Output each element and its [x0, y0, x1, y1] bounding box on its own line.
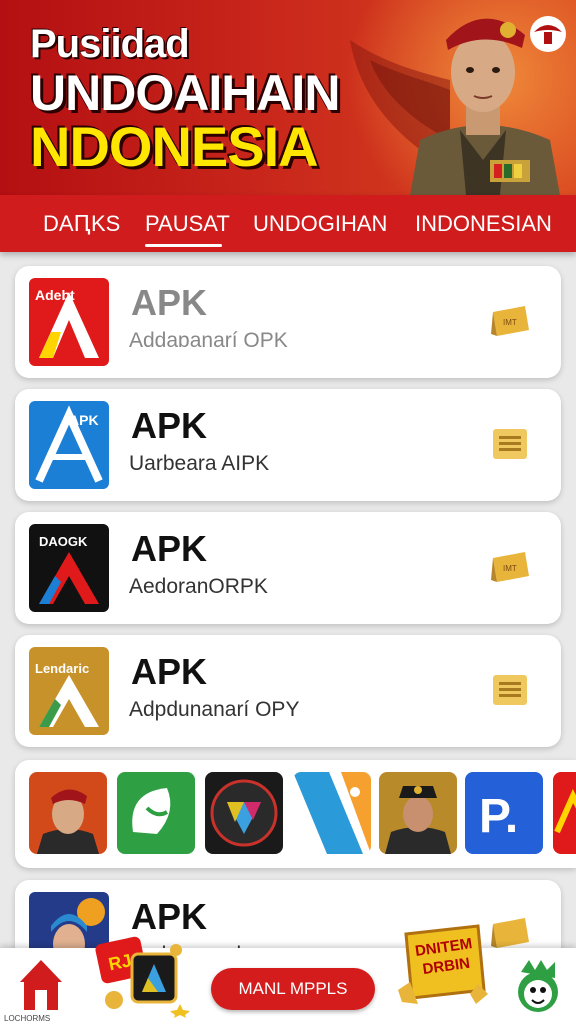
active-tab-indicator — [145, 244, 222, 247]
strip-item-blue-slide[interactable] — [293, 772, 371, 854]
app-icon: DAOGK — [29, 524, 109, 612]
app-icon: Lendaric — [29, 647, 109, 735]
strip-item-officer[interactable] — [379, 772, 457, 854]
app-subtitle: Addaɒanarí OPK — [129, 329, 288, 352]
svg-text:Adebt: Adebt — [35, 287, 75, 303]
tab-pausat[interactable]: PAUSAT — [145, 211, 230, 237]
featured-apps-strip: P. — [15, 760, 576, 868]
menu-icon[interactable] — [489, 427, 531, 461]
hero-banner: Pusiidad UNDOAIHAIN NDONESIA — [0, 0, 576, 195]
ticket-icon[interactable]: IMT — [489, 550, 531, 584]
tab-undogihan[interactable]: UNDOGIHAN — [253, 211, 387, 237]
tab-indonesian[interactable]: INDONESIAN — [415, 211, 552, 237]
app-card[interactable]: DAOGK APK AedoranORPK IMT — [15, 512, 561, 624]
svg-text:Lendaric: Lendaric — [35, 661, 89, 676]
strip-item-red-app[interactable] — [553, 772, 576, 854]
menu-icon[interactable] — [489, 673, 531, 707]
svg-text:DAOGK: DAOGK — [39, 534, 88, 549]
strip-item-p-app[interactable]: P. — [465, 772, 543, 854]
banner-title-line3: NDONESIA — [30, 115, 319, 178]
svg-text:IMT: IMT — [503, 318, 517, 327]
app-subtitle: AedoranORPK — [129, 575, 268, 598]
app-title: APK — [131, 651, 208, 692]
banner-title-line1: Pusiidad — [30, 22, 190, 66]
app-title: APK — [131, 405, 208, 446]
app-subtitle: Uarbeara AIPK — [129, 452, 270, 475]
main-apps-button[interactable]: MANL MPPLS — [211, 968, 375, 1010]
app-title: APK — [131, 528, 208, 569]
mascot-icon[interactable] — [513, 958, 563, 1014]
svg-text:APK: APK — [69, 412, 99, 428]
app-icon: Adebt — [29, 278, 109, 366]
app-card[interactable]: APK APK Uarbeara AIPK — [15, 389, 561, 501]
svg-text:IMT: IMT — [503, 564, 517, 573]
strip-item-badge[interactable] — [205, 772, 283, 854]
svg-text:P.: P. — [479, 790, 518, 843]
strip-item-phone-leaf[interactable] — [117, 772, 195, 854]
ticket-icon[interactable]: IMT — [489, 304, 531, 338]
category-tabs: DAԤKS PAUSAT UNDOGIHAN INDONESIAN — [0, 195, 576, 252]
strip-item-soldier[interactable] — [29, 772, 107, 854]
app-icon: APK — [29, 401, 109, 489]
home-label: LOCHORMS — [4, 1014, 51, 1023]
tab-danks[interactable]: DAԤKS — [43, 211, 120, 237]
app-title: APK — [131, 282, 208, 323]
ticket-icon[interactable] — [489, 916, 531, 950]
app-card[interactable]: Adebt APK Addaɒanarí OPK IMT — [15, 266, 561, 378]
app-sticker-icon[interactable]: RJ — [92, 930, 192, 1018]
home-icon[interactable] — [18, 956, 64, 1018]
app-subtitle: Adpdunanarí OPY — [129, 698, 300, 721]
app-card[interactable]: Lendaric APK Adpdunanarí OPY — [15, 635, 561, 747]
garuda-emblem-icon — [530, 16, 566, 52]
